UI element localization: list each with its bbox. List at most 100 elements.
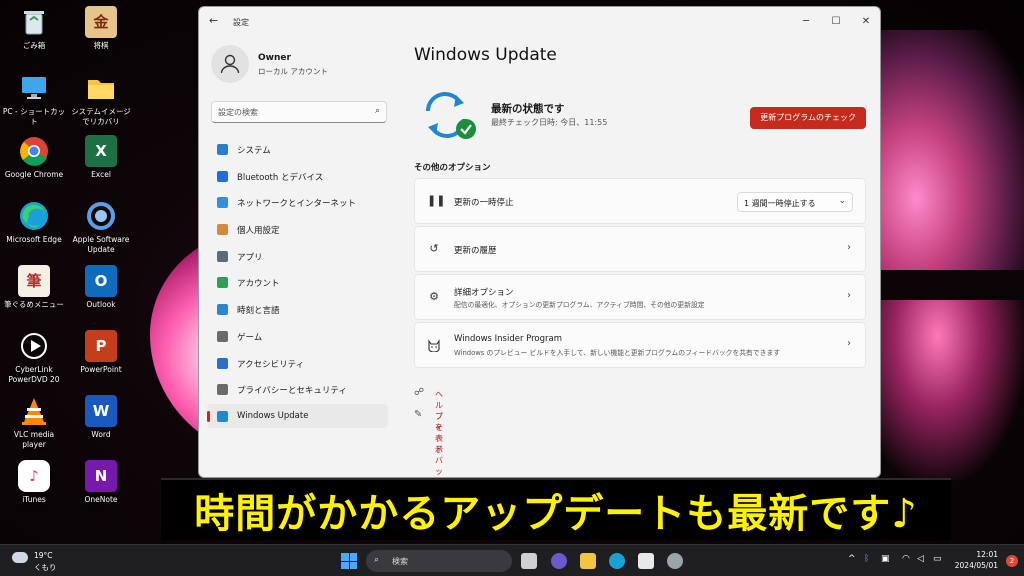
windows-update-icon [217, 410, 228, 422]
sidebar-item-system[interactable]: システム [207, 137, 388, 161]
search-icon: ⌕ [374, 555, 380, 565]
network-icon [217, 197, 228, 209]
sidebar-item-privacy[interactable]: プライバシーとセキュリティ [207, 377, 388, 401]
option-pause-updates: ❚❚ 更新の一時停止 1 週間一時停止する ⌄ [414, 178, 866, 224]
sidebar-item-gaming[interactable]: ゲーム [207, 324, 388, 348]
sidebar-item-label: アカウント [237, 279, 280, 290]
sidebar-item-personalization[interactable]: 個人用設定 [207, 217, 388, 241]
recycle-bin-icon [18, 6, 50, 38]
pause-icon: ❚❚ [427, 194, 446, 207]
desktop-icon-edge[interactable]: Microsoft Edge [1, 200, 67, 245]
wallpaper-ribbon [870, 30, 1024, 270]
time-language-icon [217, 304, 228, 316]
desktop-icon-label: システムイメージでリカバリ [71, 107, 131, 126]
desktop-icon-powerdvd[interactable]: CyberLink PowerDVD 20 [1, 330, 67, 385]
excel-icon: X [85, 135, 117, 167]
desktop-icon-label: PC - ショートカット [2, 107, 66, 126]
back-arrow-icon[interactable]: ← [209, 14, 218, 27]
gaming-icon [217, 330, 228, 342]
start-button[interactable] [341, 553, 357, 569]
link-text: フィードバックの送信 [435, 412, 443, 476]
option-update-history[interactable]: ↺ 更新の履歴 › [414, 226, 866, 272]
desktop-icon-label: VLC media player [13, 430, 55, 449]
settings-nav: システム Bluetooth とデバイス ネットワークとインターネット 個人用設定アプ… [207, 137, 388, 431]
chevron-up-icon[interactable]: ^ [848, 554, 856, 564]
desktop-icon-word[interactable]: W Word [68, 395, 134, 440]
onenote-icon: N [85, 460, 117, 492]
clock-time: 12:01 [976, 550, 998, 559]
desktop-icon-shogi[interactable]: 金 将棋 [68, 6, 134, 51]
section-label: その他のオプション [414, 163, 491, 173]
weather-desc: くもり [34, 563, 57, 572]
desktop-icon-label: OneNote [84, 495, 118, 504]
powerdvd-icon [18, 330, 50, 362]
feedback-icon: ✎ [414, 409, 423, 420]
search-icon: ⌕ [374, 106, 380, 116]
sidebar-item-network[interactable]: ネットワークとインターネット [207, 190, 388, 214]
store-icon[interactable] [638, 553, 654, 569]
help-icon: ☍ [414, 387, 425, 398]
desktop-icon-label: Word [91, 430, 111, 439]
sidebar-item-windows-update[interactable]: Windows Update [207, 403, 388, 428]
settings-search-input[interactable]: 設定の検索 ⌕ [211, 101, 387, 123]
desktop-icon-powerpoint[interactable]: P PowerPoint [68, 330, 134, 375]
desktop-icon-itunes[interactable]: ♪ iTunes [1, 460, 67, 505]
desktop-icon-apple-update[interactable]: Apple Software Update [68, 200, 134, 255]
desktop-icon-chrome[interactable]: Google Chrome [1, 135, 67, 180]
settings-gear-icon[interactable] [667, 553, 683, 569]
powerpoint-icon: P [85, 330, 117, 362]
teams-chat-icon[interactable] [551, 553, 567, 569]
sidebar-item-bluetooth[interactable]: Bluetooth とデバイス [207, 164, 388, 188]
title-bar: ← 設定 ─ ☐ ✕ [199, 7, 880, 37]
wifi-icon[interactable]: ◠ [902, 554, 910, 564]
main-content: Windows Update 最新の状態です 最終チェック日時: 今日、11:5… [414, 45, 866, 476]
minimize-icon[interactable]: ─ [791, 12, 821, 32]
user-profile[interactable]: Owner ローカル アカウント [211, 45, 391, 87]
desktop-icon-label: Outlook [86, 300, 116, 309]
file-explorer-icon[interactable] [580, 553, 596, 569]
chevron-down-icon: ⌄ [838, 196, 846, 206]
desktop-icon-label: Apple Software Update [72, 235, 130, 254]
notification-badge[interactable]: 2 [1006, 555, 1018, 567]
desktop-icon-recycle-bin[interactable]: ごみ箱 [1, 6, 67, 51]
desktop-icon-label: CyberLink PowerDVD 20 [8, 365, 60, 384]
close-icon[interactable]: ✕ [851, 12, 880, 32]
caption-banner: 時間がかかるアップデートも最新です♪ [161, 478, 951, 540]
chevron-right-icon: › [847, 242, 851, 253]
taskbar-search[interactable]: ⌕ 検索 [366, 550, 512, 572]
desktop-icon-excel[interactable]: X Excel [68, 135, 134, 180]
maximize-icon[interactable]: ☐ [821, 12, 851, 32]
sidebar-item-accessibility[interactable]: アクセシビリティ [207, 351, 388, 375]
volume-icon[interactable]: ◁ [917, 554, 924, 564]
task-view-icon[interactable] [521, 553, 537, 569]
desktop-icon-pc[interactable]: PC - ショートカット [1, 72, 67, 127]
history-icon: ↺ [429, 242, 439, 255]
word-icon: W [85, 395, 117, 427]
edge-icon[interactable] [609, 553, 625, 569]
desktop-icon-label: Microsoft Edge [6, 235, 62, 244]
check-for-updates-button[interactable]: 更新プログラムのチェック [750, 107, 866, 129]
last-checked-text: 最終チェック日時: 今日、11:55 [491, 118, 608, 127]
option-title: 更新の履歴 [454, 246, 497, 256]
desktop-icon-onenote[interactable]: N OneNote [68, 460, 134, 505]
sidebar-item-apps[interactable]: アプリ [207, 244, 388, 268]
sidebar-item-time-language[interactable]: 時刻と言語 [207, 297, 388, 321]
desktop-icon-system-image[interactable]: システムイメージでリカバリ [68, 72, 134, 127]
bluetooth-icon[interactable]: ᛒ [864, 554, 869, 564]
option-insider-program[interactable]: Windows Insider Program Windows のプレビュー ビ… [414, 322, 866, 368]
itunes-icon: ♪ [18, 460, 50, 492]
option-advanced[interactable]: ⚙ 詳細オプション 配信の最適化、オプションの更新プログラム、アクティブ時間、そ… [414, 274, 866, 320]
desktop-icon-outlook[interactable]: O Outlook [68, 265, 134, 310]
desktop-icon-fudegurume[interactable]: 筆 筆ぐるめメニュー [1, 265, 67, 310]
avatar [211, 45, 249, 83]
clock[interactable]: 12:01 2024/05/01 [955, 549, 998, 571]
option-description: 配信の最適化、オプションの更新プログラム、アクティブ時間、その他の更新設定 [454, 301, 705, 309]
desktop-icon-label: iTunes [22, 495, 46, 504]
battery-icon[interactable]: ▭ [933, 554, 942, 564]
vlc-icon [18, 395, 50, 427]
desktop-icon-vlc[interactable]: VLC media player [1, 395, 67, 450]
app-tray-icon[interactable]: ▣ [881, 554, 890, 564]
pause-duration-dropdown[interactable]: 1 週間一時停止する ⌄ [737, 192, 853, 212]
sidebar-item-account[interactable]: アカウント [207, 270, 388, 294]
settings-window: ← 設定 ─ ☐ ✕ Owner ローカル アカウント 設定の検索 ⌕ システム… [198, 6, 881, 478]
